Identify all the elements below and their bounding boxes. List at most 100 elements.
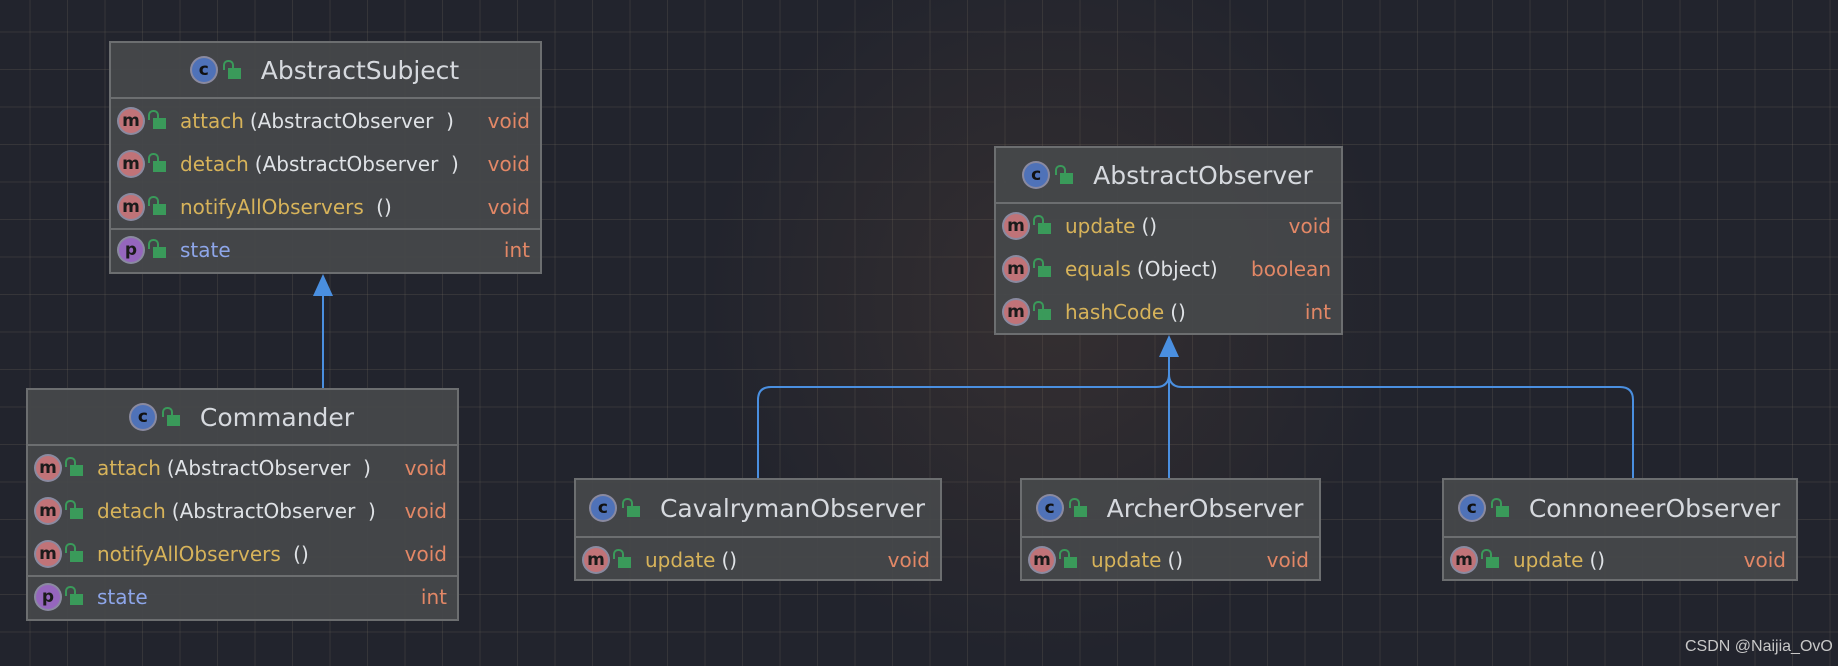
public-lock-icon: [621, 497, 640, 517]
return-type: void: [487, 151, 530, 176]
field-row[interactable]: p state int: [111, 228, 540, 269]
inheritance-arrowhead: [1159, 335, 1179, 357]
class-name: CavalrymanObserver: [659, 493, 926, 523]
return-type: void: [404, 498, 447, 523]
class-icon: c: [130, 405, 155, 429]
method-icon: m: [1452, 547, 1476, 572]
class-icon: c: [1037, 496, 1062, 520]
field-row[interactable]: p state int: [28, 575, 457, 616]
method-name: notifyAllObservers: [180, 194, 364, 219]
method-icon: m: [36, 498, 60, 523]
public-lock-icon: [1481, 549, 1499, 568]
return-type: void: [1266, 547, 1309, 572]
public-lock-icon: [222, 59, 241, 79]
return-type: int: [503, 237, 530, 262]
public-lock-icon: [148, 196, 166, 215]
field-name: state: [180, 237, 231, 262]
public-lock-icon: [65, 543, 83, 562]
method-params: (): [1589, 547, 1606, 572]
method-row[interactable]: m hashCode() int: [996, 290, 1341, 333]
method-row[interactable]: m update() void: [1444, 538, 1796, 581]
property-icon: p: [36, 584, 60, 609]
method-name: notifyAllObservers: [97, 541, 281, 566]
method-icon: m: [1004, 299, 1028, 324]
class-name: AbstractObserver: [1093, 160, 1313, 190]
class-connoneer-observer[interactable]: c ConnoneerObserver m update() void: [1442, 478, 1798, 581]
class-archer-observer[interactable]: c ArcherObserver m update() void: [1020, 478, 1321, 581]
watermark: CSDN @Naijia_OvO: [1685, 638, 1833, 655]
public-lock-icon: [148, 153, 166, 172]
method-name: update: [1065, 213, 1136, 238]
method-row[interactable]: m detach (AbstractObserver ) void: [111, 142, 540, 185]
method-name: update: [1513, 547, 1584, 572]
public-lock-icon: [65, 457, 83, 476]
method-icon: m: [36, 541, 60, 566]
property-icon: p: [119, 237, 143, 262]
return-type: void: [404, 455, 447, 480]
class-header: c CavalrymanObserver: [576, 480, 940, 538]
class-cavalryman-observer[interactable]: c CavalrymanObserver m update() void: [574, 478, 942, 581]
method-name: hashCode: [1065, 299, 1165, 324]
method-icon: m: [584, 547, 608, 572]
method-row[interactable]: m notifyAllObservers () void: [28, 532, 457, 575]
method-name: attach: [97, 455, 161, 480]
method-icon: m: [36, 455, 60, 480]
public-lock-icon: [148, 239, 166, 258]
method-name: equals: [1065, 256, 1131, 281]
class-header: c Commander: [28, 390, 457, 446]
method-params: (): [286, 541, 309, 566]
inheritance-line-connoneer: [1168, 373, 1634, 478]
public-lock-icon: [1033, 258, 1051, 277]
method-row[interactable]: m update() void: [576, 538, 940, 581]
method-name: update: [645, 547, 716, 572]
class-abstract-subject[interactable]: c AbstractSubject m attach (AbstractObserver…: [109, 41, 542, 274]
return-type: void: [487, 108, 530, 133]
method-name: attach: [180, 108, 244, 133]
public-lock-icon: [1033, 301, 1051, 320]
method-row[interactable]: m notifyAllObservers () void: [111, 185, 540, 228]
public-lock-icon: [613, 549, 631, 568]
public-lock-icon: [161, 406, 180, 426]
method-icon: m: [1004, 256, 1028, 281]
public-lock-icon: [1490, 497, 1509, 517]
method-params: (AbstractObserver ): [166, 455, 371, 480]
class-icon: c: [191, 58, 216, 82]
method-params: (): [369, 194, 392, 219]
public-lock-icon: [1055, 164, 1074, 184]
method-icon: m: [1004, 213, 1028, 238]
method-icon: m: [119, 194, 143, 219]
return-type: void: [1288, 213, 1331, 238]
method-name: detach: [180, 151, 249, 176]
method-name: detach: [97, 498, 166, 523]
class-header: c ArcherObserver: [1022, 480, 1319, 538]
method-name: update: [1091, 547, 1162, 572]
class-commander[interactable]: c Commander m attach (AbstractObserver ) void…: [26, 388, 459, 621]
public-lock-icon: [148, 110, 166, 129]
class-name: ArcherObserver: [1106, 493, 1304, 523]
class-name: AbstractSubject: [260, 55, 460, 85]
class-name: ConnoneerObserver: [1528, 493, 1781, 523]
method-params: (AbstractObserver ): [171, 498, 376, 523]
return-type: void: [404, 541, 447, 566]
method-icon: m: [1030, 547, 1054, 572]
method-params: (): [721, 547, 738, 572]
class-abstract-observer[interactable]: c AbstractObserver m update() void m equals (Ob…: [994, 146, 1343, 335]
method-row[interactable]: m attach (AbstractObserver ) void: [28, 446, 457, 489]
inheritance-line-cavalryman: [757, 373, 1170, 478]
public-lock-icon: [1068, 497, 1087, 517]
inheritance-arrowhead: [313, 274, 333, 296]
method-row[interactable]: m update() void: [996, 204, 1341, 247]
class-icon: c: [590, 496, 615, 520]
public-lock-icon: [65, 586, 83, 605]
method-row[interactable]: m detach (AbstractObserver ) void: [28, 489, 457, 532]
method-params: (): [1141, 213, 1158, 238]
field-name: state: [97, 584, 148, 609]
public-lock-icon: [1033, 215, 1051, 234]
method-row[interactable]: m equals (Object) boolean: [996, 247, 1341, 290]
method-row[interactable]: m attach (AbstractObserver ) void: [111, 99, 540, 142]
class-header: c ConnoneerObserver: [1444, 480, 1796, 538]
public-lock-icon: [65, 500, 83, 519]
return-type: void: [487, 194, 530, 219]
method-row[interactable]: m update() void: [1022, 538, 1319, 581]
class-name: Commander: [199, 402, 355, 432]
